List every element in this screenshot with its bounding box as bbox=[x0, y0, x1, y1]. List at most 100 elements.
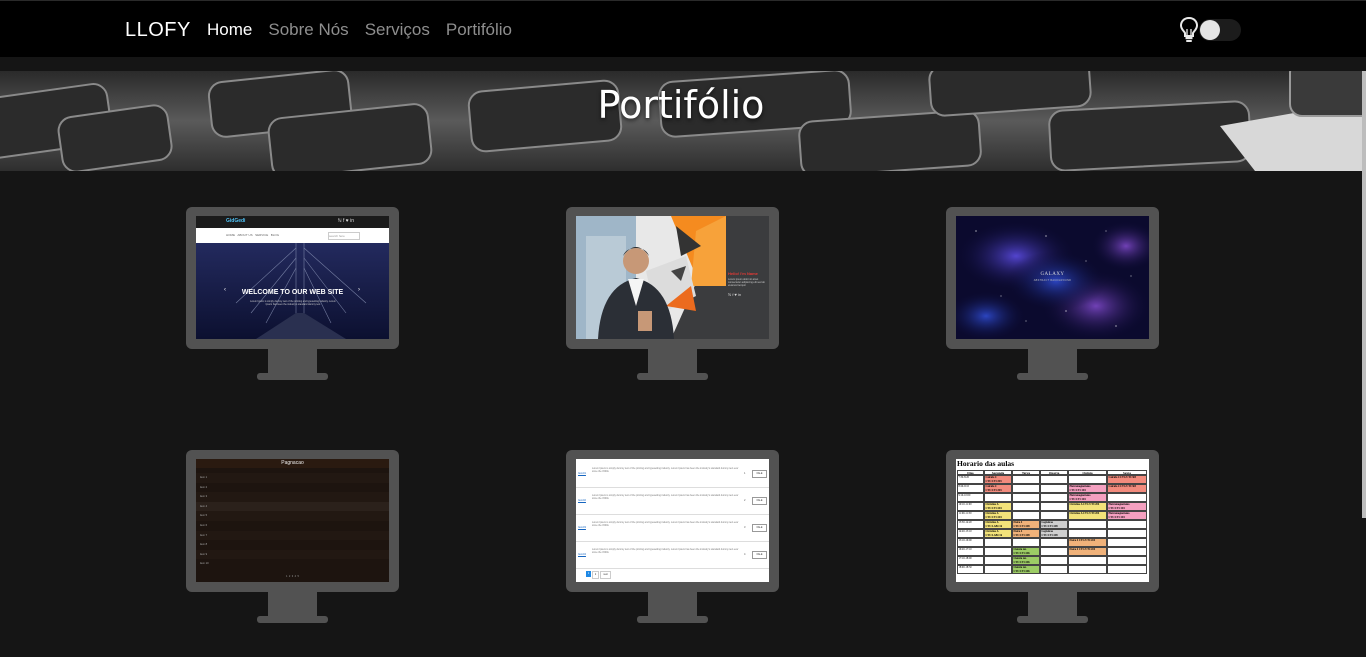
list-item: item 8 bbox=[196, 540, 389, 550]
pager-button: 2 bbox=[592, 571, 599, 579]
schedule-cell bbox=[1107, 493, 1147, 502]
schedule-cell: 15:10-16:00 bbox=[957, 538, 984, 547]
nav-link-servicos[interactable]: Serviços bbox=[365, 20, 430, 40]
preview-list: item 1 item 2 item 3 item 4 item 5 item … bbox=[196, 473, 389, 569]
monitor-stand-base bbox=[637, 616, 708, 623]
lightbulb-icon bbox=[1179, 16, 1199, 42]
schedule-cell bbox=[1012, 538, 1040, 547]
scrollbar-thumb[interactable] bbox=[1362, 71, 1366, 518]
nav-link-portifolio[interactable]: Portifólio bbox=[446, 20, 512, 40]
schedule-row: 10:10-11:00 Circuitos A CTC/CTC204 Circuit… bbox=[957, 502, 1147, 511]
schedule-cell bbox=[1068, 475, 1107, 484]
schedule-cell bbox=[1068, 556, 1107, 565]
schedule-cell bbox=[1040, 493, 1068, 502]
schedule-cell: Circuitos A CTC/CTC204 bbox=[984, 511, 1012, 520]
schedule-cell bbox=[1012, 502, 1040, 511]
theme-toggle[interactable] bbox=[1199, 19, 1241, 41]
schedule-cell bbox=[1040, 484, 1068, 493]
schedule-table: Dias Segunda Terça Quarta Quinta Sexta 7:30-8:… bbox=[957, 470, 1147, 574]
row-button: FALE bbox=[752, 497, 767, 505]
schedule-cell: Eletromagnetismo CTC/CTC104 bbox=[1068, 493, 1107, 502]
nav-link-sobre-nos[interactable]: Sobre Nós bbox=[268, 20, 348, 40]
schedule-cell bbox=[1040, 538, 1068, 547]
schedule-cell: Ciencia tec. CTC/CTC206 bbox=[1012, 565, 1040, 574]
social-icons: ℕ f ♥ in bbox=[337, 218, 354, 224]
list-item: item 10 bbox=[196, 559, 389, 569]
schedule-cell bbox=[1040, 511, 1068, 520]
schedule-cell: 17:10-18:00 bbox=[957, 556, 984, 565]
galaxy-image bbox=[956, 216, 1149, 339]
preview-title: GALAXY bbox=[1040, 272, 1065, 277]
monitor-stand-base bbox=[257, 616, 328, 623]
schedule-cell: 18:00-18:50 bbox=[957, 565, 984, 574]
schedule-cell bbox=[984, 556, 1012, 565]
schedule-cell bbox=[984, 538, 1012, 547]
schedule-cell: Calculo 4 CTC/CTC303 bbox=[984, 475, 1012, 484]
schedule-row: 14:20-15:10 Circuitos A CTC/LABC16 Fisica … bbox=[957, 529, 1147, 538]
schedule-cell bbox=[1107, 529, 1147, 538]
project-card-galaxy-background[interactable]: GALAXY ABSTRACT BACKGROUND bbox=[946, 207, 1159, 380]
pager-button: 1 bbox=[586, 571, 591, 577]
project-card-class-schedule[interactable]: Horario das aulas Dias Segunda Terça Quarta… bbox=[946, 450, 1159, 623]
monitor-stand-base bbox=[1017, 616, 1088, 623]
preview-search: search here bbox=[328, 232, 360, 240]
row-number: 1 bbox=[744, 472, 746, 475]
row-text: Lorem Ipsum is simply dummy text of the … bbox=[592, 494, 739, 501]
preview-subtitle: ABSTRACT BACKGROUND bbox=[1033, 279, 1072, 282]
row-number: 3 bbox=[744, 526, 746, 529]
schedule-cell bbox=[1040, 556, 1068, 565]
schedule-cell bbox=[1107, 538, 1147, 547]
schedule-cell: 11:00-11:50 bbox=[957, 511, 984, 520]
project-card-bridge-website[interactable]: GidGedi ℕ f ♥ in HOME ABOUT US SERVICE B… bbox=[186, 207, 399, 380]
schedule-row: 7:30-8:20 Calculo 4 CTC/CTC303 Calculo 4 C… bbox=[957, 475, 1147, 484]
project-card-personal-portfolio[interactable]: Hello! I'm Name Lorem ipsum dolor sit am… bbox=[566, 207, 779, 380]
schedule-cell: 14:20-15:10 bbox=[957, 529, 984, 538]
monitor-stand-neck bbox=[268, 349, 317, 374]
schedule-cell bbox=[1107, 556, 1147, 565]
row-link: Item03 bbox=[578, 526, 586, 529]
schedule-cell bbox=[1040, 565, 1068, 574]
row-number: 2 bbox=[744, 499, 746, 502]
schedule-cell: Calculo 4 CTC/CTC303 bbox=[1107, 484, 1147, 493]
pager-button: next bbox=[600, 571, 611, 579]
schedule-cell bbox=[1012, 484, 1040, 493]
monitor-stand-neck bbox=[648, 349, 697, 374]
project-preview: Item01 Lorem Ipsum is simply dummy text … bbox=[576, 459, 769, 582]
preview-header: Pagnacao bbox=[196, 459, 389, 468]
preview-topbar: GidGedi ℕ f ♥ in bbox=[196, 216, 389, 228]
project-card-content-table[interactable]: Item01 Lorem Ipsum is simply dummy text … bbox=[566, 450, 779, 623]
schedule-row: 18:00-18:50 Ciencia tec. CTC/CTC206 bbox=[957, 565, 1147, 574]
project-preview: Pagnacao item 1 item 2 item 3 item 4 ite… bbox=[196, 459, 389, 582]
schedule-cell: Fisica 4 CTC/CTC204 bbox=[1068, 547, 1107, 556]
brand-logo[interactable]: LLOFY bbox=[125, 19, 191, 42]
schedule-cell: 13:30-14:20 bbox=[957, 520, 984, 529]
schedule-row: 17:10-18:00 Ciencia tec. CTC/CTC206 bbox=[957, 556, 1147, 565]
schedule-cell: Circuitos A CTC/LABC16 bbox=[984, 529, 1012, 538]
social-icons: ℕ f ♥ in bbox=[728, 292, 742, 297]
schedule-cell bbox=[984, 565, 1012, 574]
list-item: item 4 bbox=[196, 501, 389, 512]
schedule-cell: Fisica 4 CTC/CTC204 bbox=[1068, 538, 1107, 547]
monitor-stand-neck bbox=[1028, 349, 1077, 374]
schedule-row: 9:10-10:00 Eletromagnetismo CTC/CTC104 bbox=[957, 493, 1147, 502]
schedule-row: 15:10-16:00 Fisica 4 CTC/CTC204 bbox=[957, 538, 1147, 547]
schedule-cell: Eletromagnetismo CTC/CTC104 bbox=[1107, 511, 1147, 520]
nav-link-home[interactable]: Home bbox=[207, 20, 252, 40]
preview-logo: GidGedi bbox=[226, 218, 246, 224]
list-item: item 2 bbox=[196, 482, 389, 493]
schedule-cell bbox=[1040, 475, 1068, 484]
schedule-cell: 8:20-9:10 bbox=[957, 484, 984, 493]
project-preview: GidGedi ℕ f ♥ in HOME ABOUT US SERVICE B… bbox=[196, 216, 389, 339]
table-row: Item02 Lorem Ipsum is simply dummy text … bbox=[576, 490, 769, 515]
preview-hello: Hello! I'm Name bbox=[728, 271, 758, 276]
schedule-cell bbox=[1107, 547, 1147, 556]
monitor-stand-neck bbox=[648, 592, 697, 617]
navbar: LLOFY Home Sobre Nós Serviços Portifólio bbox=[0, 0, 1366, 57]
table-row: Item04 Lorem Ipsum is simply dummy text … bbox=[576, 544, 769, 569]
list-item: item 9 bbox=[196, 549, 389, 560]
preview-body: Lorem ipsum dolor sit amet consectetur a… bbox=[728, 278, 765, 288]
project-card-pagination-list[interactable]: Pagnacao item 1 item 2 item 3 item 4 ite… bbox=[186, 450, 399, 623]
schedule-cell bbox=[984, 493, 1012, 502]
schedule-row: 13:30-14:20 Circuitos A CTC/LABC16 Fisica … bbox=[957, 520, 1147, 529]
schedule-cell: Logisticas CTC/CTC208 bbox=[1040, 529, 1068, 538]
